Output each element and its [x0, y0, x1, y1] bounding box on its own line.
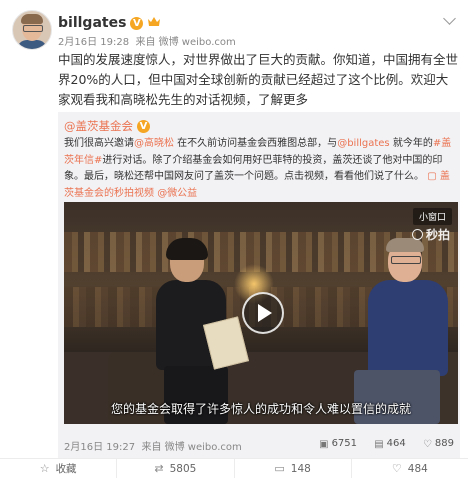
repost-button[interactable]: ⇄ 5805 — [117, 459, 235, 478]
repost-time[interactable]: 2月16日 19:27 — [64, 442, 135, 453]
play-triangle — [258, 304, 272, 322]
like-icon: ♡ — [391, 462, 402, 475]
post-text: 中国的发展速度惊人，对世界做出了巨大的贡献。你知道，中国拥有全世界20%的人口，… — [58, 52, 459, 107]
repost-footer: 2月16日 19:27 来自 微博 weibo.com ▣ 6751 ▤ 464 ♡… — [58, 434, 460, 458]
chevron-down-icon[interactable] — [443, 12, 456, 25]
post-meta: 2月16日 19:28 来自 微博 weibo.com — [58, 33, 236, 48]
repost-icon: ⇄ — [154, 462, 164, 475]
video-person-left — [146, 238, 250, 424]
video-link-icon: ▢ — [427, 171, 437, 182]
repost-verified-badge: V — [137, 120, 150, 133]
repost-reposts[interactable]: ▤ 464 — [374, 438, 406, 450]
star-icon: ☆ — [39, 462, 50, 475]
post-source[interactable]: 来自 微博 weibo.com — [135, 37, 235, 48]
video-person-right — [354, 238, 454, 424]
repost-views-count: 6751 — [331, 438, 358, 449]
comment-button[interactable]: ▭ 148 — [235, 459, 352, 478]
repost-likes-count: 889 — [434, 438, 454, 449]
repost-author[interactable]: @盖茨基金会 V — [64, 118, 150, 134]
repost-reposts-count: 464 — [386, 438, 406, 449]
avatar[interactable] — [12, 10, 52, 50]
mention-weigongyi[interactable]: @微公益 — [157, 188, 197, 199]
verified-badge: V — [130, 17, 144, 30]
mention-gaoxiaosong[interactable]: @高晓松 — [134, 138, 174, 149]
like-icon: ♡ — [422, 439, 432, 450]
comment-icon: ▭ — [274, 462, 285, 475]
repost-text-part: 就今年的 — [389, 138, 433, 149]
view-icon: ▣ — [319, 439, 329, 450]
repost-text-part: 在不久前访问基金会西雅图总部，与 — [174, 138, 338, 149]
miaopai-logo-icon: 秒拍 — [411, 226, 450, 243]
miaopai-mark-icon — [411, 229, 423, 240]
post-time[interactable]: 2月16日 19:28 — [58, 37, 129, 48]
favorite-button[interactable]: ☆ 收藏 — [0, 459, 118, 478]
like-button[interactable]: ♡ 484 — [352, 459, 468, 478]
avatar-shirt — [17, 40, 47, 49]
mention-billgates[interactable]: @billgates — [337, 138, 389, 149]
repost-text-part: 进行对话。除了介绍基金会如何用好巴菲特的投资，盖茨还谈了他对中国的印象。最后，晓… — [64, 154, 443, 183]
mini-window-button[interactable]: 小窗口 — [412, 208, 452, 225]
post-header: billgates V — [58, 12, 161, 31]
repost-author-name[interactable]: @盖茨基金会 — [64, 119, 133, 133]
video-subtitle: 您的基金会取得了许多惊人的成功和令人难以置信的成就 — [110, 402, 411, 416]
repost-views[interactable]: ▣ 6751 — [319, 438, 358, 450]
comment-count: 148 — [290, 462, 311, 475]
repost-card[interactable]: @盖茨基金会 V 我们很高兴邀请@高晓松 在不久前访问基金会西雅图总部，与@bil… — [58, 112, 460, 434]
person-left-hair — [166, 238, 208, 260]
repost-meta: 2月16日 19:27 来自 微博 weibo.com — [64, 438, 242, 453]
action-bar: ☆ 收藏 ⇄ 5805 ▭ 148 ♡ 484 — [0, 458, 468, 478]
repost-likes[interactable]: ♡ 889 — [422, 438, 454, 450]
repost-text-part: 我们很高兴邀请 — [64, 138, 134, 149]
person-right-glasses — [391, 256, 421, 264]
repost-icon: ▤ — [374, 439, 384, 450]
avatar-hair — [21, 14, 43, 24]
repost-stats: ▣ 6751 ▤ 464 ♡ 889 — [305, 438, 454, 450]
repost-count: 5805 — [169, 462, 197, 475]
crown-icon[interactable] — [147, 16, 161, 27]
like-count: 484 — [407, 462, 428, 475]
person-right-body — [368, 280, 448, 376]
repost-source[interactable]: 来自 微博 weibo.com — [141, 442, 241, 453]
username[interactable]: billgates — [58, 15, 126, 31]
favorite-label: 收藏 — [55, 463, 77, 475]
video-player[interactable]: 小窗口 秒拍 您的基金会取得了许多惊人的成功和令人难以置信的成就 — [64, 202, 458, 424]
play-icon[interactable] — [242, 292, 284, 334]
avatar-glasses — [23, 25, 43, 32]
weibo-post: billgates V 2月16日 19:28 来自 微博 weibo.com 中… — [0, 0, 468, 478]
repost-text: 我们很高兴邀请@高晓松 在不久前访问基金会西雅图总部，与@billgates 就… — [64, 136, 456, 202]
miaopai-watermark: 秒拍 — [425, 228, 450, 242]
